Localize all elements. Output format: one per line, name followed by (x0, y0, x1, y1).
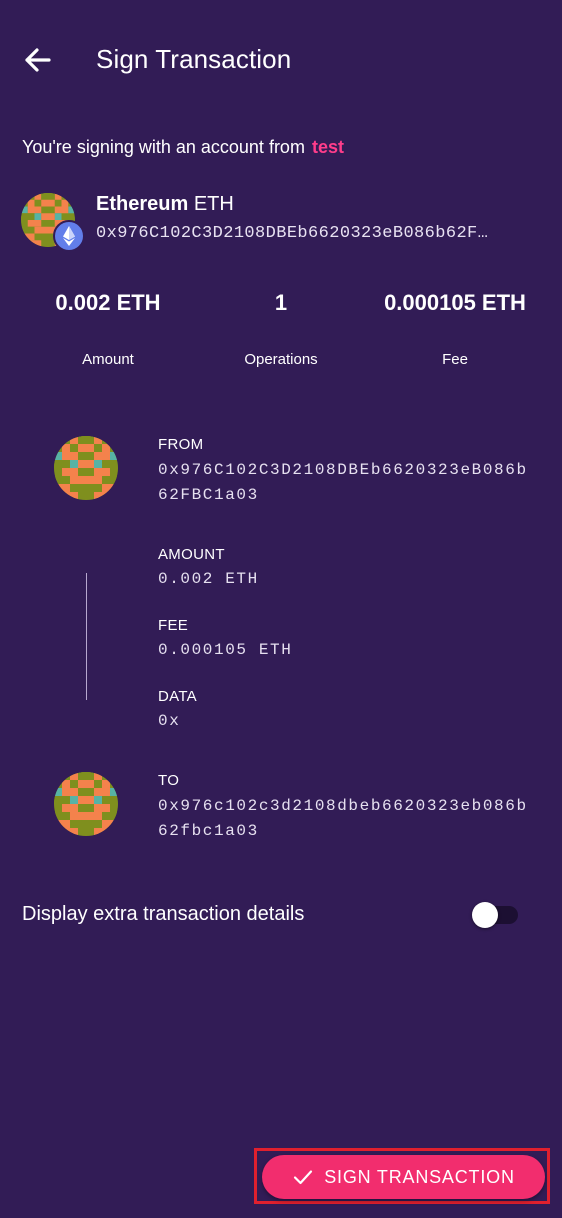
sign-transaction-button[interactable]: SIGN TRANSACTION (262, 1155, 545, 1199)
toggle-thumb (472, 902, 498, 928)
from-address-line1: 0x976C102C3D2108DBEb6620323eB086b (158, 461, 528, 479)
operations-value: 1 (274, 290, 288, 315)
flow-connector-line (86, 573, 87, 700)
coin-title: Ethereum ETH (96, 193, 234, 216)
to-identicon (54, 772, 118, 836)
amount-value: 0.002 ETH (55, 290, 161, 315)
coin-ticker: ETH (193, 193, 234, 215)
to-address-line2: 62fbc1a03 (158, 822, 259, 840)
extra-details-label: Display extra transaction details (22, 903, 305, 925)
amount-detail-label: AMOUNT (158, 546, 225, 563)
account-address: 0x976C102C3D2108DBEb6620323eB086b62F… (96, 224, 489, 243)
signing-prefix: You're signing with an account from (22, 137, 305, 157)
sign-button-label: SIGN TRANSACTION (324, 1166, 515, 1187)
arrow-left-icon (25, 48, 51, 72)
amount-label: Amount (82, 351, 134, 368)
checkmark-icon (294, 1170, 313, 1185)
amount-detail-value: 0.002 ETH (158, 570, 259, 588)
fee-label: Fee (442, 351, 468, 368)
from-label: FROM (158, 436, 204, 453)
ethereum-icon (53, 220, 85, 252)
extra-details-toggle[interactable] (470, 900, 522, 930)
back-button[interactable] (18, 40, 58, 80)
operations-label: Operations (244, 351, 318, 368)
page-title: Sign Transaction (96, 44, 292, 74)
signing-account-text: You're signing with an account from test (22, 137, 344, 158)
fee-detail-value: 0.000105 ETH (158, 641, 293, 659)
from-address: 0x976C102C3D2108DBEb6620323eB086b 62FBC1… (158, 458, 528, 508)
data-detail-value: 0x (158, 712, 181, 730)
to-label: TO (158, 772, 180, 789)
from-address-line2: 62FBC1a03 (158, 486, 259, 504)
signing-account-name: test (311, 137, 344, 157)
data-detail-label: DATA (158, 688, 197, 705)
to-address-line1: 0x976c102c3d2108dbeb6620323eb086b (158, 797, 528, 815)
to-address: 0x976c102c3d2108dbeb6620323eb086b 62fbc1… (158, 794, 528, 844)
coin-name: Ethereum (96, 193, 189, 215)
from-identicon (54, 436, 118, 500)
fee-value: 0.000105 ETH (384, 290, 526, 315)
fee-detail-label: FEE (158, 617, 189, 634)
